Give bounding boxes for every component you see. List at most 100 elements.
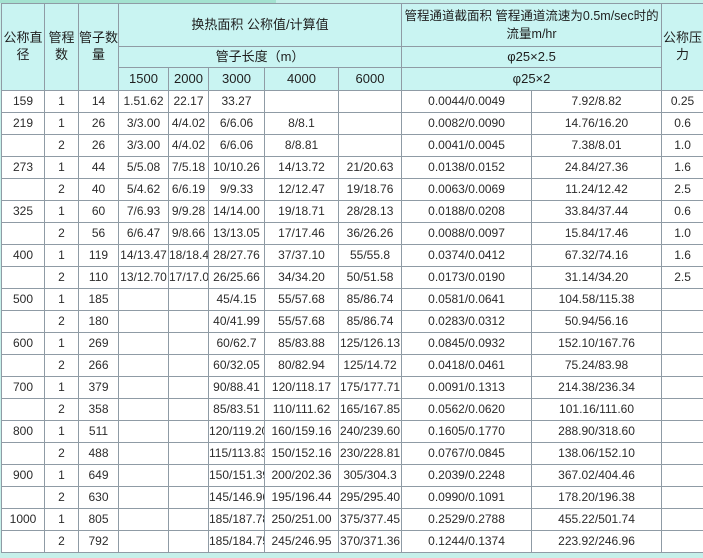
cell-cross-section: 0.0188/0.0208 [402, 201, 532, 223]
cell-diameter: 600 [2, 333, 45, 355]
cell-flow-rate: 50.94/56.16 [532, 311, 662, 333]
cell-area-1500 [119, 531, 169, 553]
col-header-nominal-pressure: 公称压力 [662, 4, 703, 91]
table-row: 3251607/6.939/9.2814/14.0019/18.7128/28.… [2, 201, 703, 223]
cell-area-1500 [119, 487, 169, 509]
cell-area-2000 [169, 377, 209, 399]
cell-diameter [2, 443, 45, 465]
cell-area-4000: 19/18.71 [265, 201, 339, 223]
cell-tube-count: 630 [79, 487, 119, 509]
cell-cross-section: 0.2039/0.2248 [402, 465, 532, 487]
cell-area-1500 [119, 399, 169, 421]
cell-cross-section: 0.0041/0.0045 [402, 135, 532, 157]
cell-area-4000: 120/118.17 [265, 377, 339, 399]
cell-area-2000 [169, 487, 209, 509]
cell-diameter: 325 [2, 201, 45, 223]
cell-passes: 1 [45, 113, 79, 135]
cell-pressure [662, 421, 703, 443]
cell-area-6000: 125/126.13 [339, 333, 402, 355]
cell-area-2000 [169, 333, 209, 355]
cell-diameter: 273 [2, 157, 45, 179]
cell-flow-rate: 33.84/37.44 [532, 201, 662, 223]
top-strip-accent [0, 0, 276, 3]
cell-area-3000: 185/187.78 [209, 509, 265, 531]
cell-area-3000: 85/83.51 [209, 399, 265, 421]
cell-cross-section: 0.0088/0.0097 [402, 223, 532, 245]
cell-cross-section: 0.0374/0.0412 [402, 245, 532, 267]
cell-cross-section: 0.0990/0.1091 [402, 487, 532, 509]
cell-passes: 1 [45, 201, 79, 223]
cell-flow-rate: 138.06/152.10 [532, 443, 662, 465]
cell-flow-rate: 214.38/236.34 [532, 377, 662, 399]
cell-passes: 2 [45, 443, 79, 465]
cell-passes: 1 [45, 245, 79, 267]
header-phi-25x2-5: φ25×2.5 [402, 47, 662, 68]
cell-passes: 1 [45, 289, 79, 311]
cell-area-6000: 125/14.72 [339, 355, 402, 377]
cell-pressure [662, 311, 703, 333]
cell-area-2000 [169, 443, 209, 465]
cell-tube-count: 40 [79, 179, 119, 201]
cell-area-1500: 3/3.00 [119, 113, 169, 135]
cell-flow-rate: 11.24/12.42 [532, 179, 662, 201]
page-top-strip [0, 0, 703, 3]
cell-area-1500 [119, 355, 169, 377]
cell-cross-section: 0.1605/0.1770 [402, 421, 532, 443]
cell-passes: 1 [45, 91, 79, 113]
cell-area-2000 [169, 421, 209, 443]
cell-area-3000: 185/184.75 [209, 531, 265, 553]
cell-diameter [2, 531, 45, 553]
cell-area-1500: 5/5.08 [119, 157, 169, 179]
cell-flow-rate: 104.58/115.38 [532, 289, 662, 311]
cell-area-3000: 10/10.26 [209, 157, 265, 179]
cell-area-4000: 34/34.20 [265, 267, 339, 289]
cell-area-3000: 60/32.05 [209, 355, 265, 377]
table-row: 2731445/5.087/5.1810/10.2614/13.7221/20.… [2, 157, 703, 179]
cell-pressure [662, 443, 703, 465]
cell-tube-count: 26 [79, 135, 119, 157]
cell-flow-rate: 101.16/111.60 [532, 399, 662, 421]
cell-tube-count: 511 [79, 421, 119, 443]
cell-passes: 1 [45, 465, 79, 487]
col-header-tube-count: 管子数量 [79, 4, 119, 91]
cell-pressure [662, 377, 703, 399]
cell-pressure: 1.6 [662, 245, 703, 267]
cell-area-2000 [169, 289, 209, 311]
cell-area-6000 [339, 113, 402, 135]
cell-area-4000: 110/111.62 [265, 399, 339, 421]
cell-cross-section: 0.0283/0.0312 [402, 311, 532, 333]
cell-area-2000 [169, 531, 209, 553]
cell-area-1500: 13/12.70 [119, 267, 169, 289]
cell-area-4000: 55/57.68 [265, 289, 339, 311]
col-header-tube-passes: 管程数 [45, 4, 79, 91]
cell-cross-section: 0.0562/0.0620 [402, 399, 532, 421]
cell-cross-section: 0.0063/0.0069 [402, 179, 532, 201]
cell-area-3000: 120/119.20 [209, 421, 265, 443]
cell-area-3000: 6/6.06 [209, 135, 265, 157]
cell-diameter [2, 355, 45, 377]
cell-area-4000: 160/159.16 [265, 421, 339, 443]
cell-area-4000: 195/196.44 [265, 487, 339, 509]
cell-area-2000 [169, 465, 209, 487]
cell-pressure [662, 289, 703, 311]
cell-area-6000: 28/28.13 [339, 201, 402, 223]
header-phi-25x2: φ25×2 [402, 68, 662, 91]
cell-passes: 2 [45, 399, 79, 421]
cell-pressure: 0.25 [662, 91, 703, 113]
cell-diameter: 219 [2, 113, 45, 135]
cell-area-6000: 21/20.63 [339, 157, 402, 179]
cell-diameter: 500 [2, 289, 45, 311]
col-header-length-2000: 2000 [169, 68, 209, 91]
cell-tube-count: 110 [79, 267, 119, 289]
cell-cross-section: 0.0767/0.0845 [402, 443, 532, 465]
cell-tube-count: 44 [79, 157, 119, 179]
cell-area-1500 [119, 509, 169, 531]
cell-area-6000: 165/167.85 [339, 399, 402, 421]
cell-area-6000 [339, 91, 402, 113]
cell-diameter: 159 [2, 91, 45, 113]
cell-passes: 2 [45, 223, 79, 245]
cell-pressure [662, 399, 703, 421]
table-row: 211013/12.7017/17.0226/25.6634/34.2050/5… [2, 267, 703, 289]
cell-area-3000: 6/6.06 [209, 113, 265, 135]
cell-area-6000: 305/304.3 [339, 465, 402, 487]
